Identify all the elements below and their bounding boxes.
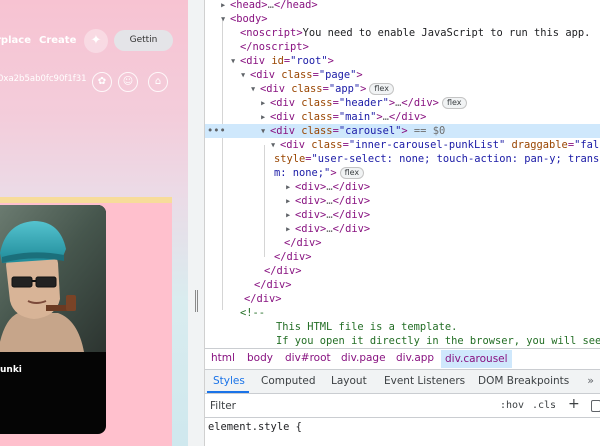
tree-node-child-div[interactable]: ▸ <div>…</div>: [285, 180, 370, 194]
breadcrumb-html[interactable]: html: [211, 352, 235, 364]
hover-state-button[interactable]: :hov: [500, 400, 524, 411]
tab-computed[interactable]: Computed: [261, 375, 316, 387]
tree-node-comment-text: This HTML file is a template.: [276, 321, 458, 333]
cart-icon[interactable]: ⌂: [148, 72, 168, 92]
users-icon[interactable]: ☺: [118, 72, 138, 92]
devtools-panel: ▸ <head>…</head> ▾ <body> <noscript>You ne…: [205, 0, 600, 446]
tree-node-page[interactable]: ▾ <div class="page">: [240, 68, 363, 82]
tree-node-app[interactable]: ▾ <div class="app"> flex: [250, 82, 394, 96]
toggle-sidebar-icon[interactable]: [591, 400, 600, 412]
tree-guide: [264, 145, 265, 257]
breadcrumb-root[interactable]: div#root: [285, 352, 331, 364]
tree-node-noscript[interactable]: <noscript>You need to enable JavaScript …: [240, 26, 590, 40]
breadcrumb-body[interactable]: body: [247, 352, 273, 364]
punk-artwork: [0, 205, 106, 352]
tree-node-comment[interactable]: <!--: [240, 306, 265, 320]
elements-tree: ▸ <head>…</head> ▾ <body> <noscript>You ne…: [205, 0, 600, 347]
more-tabs-icon[interactable]: »: [587, 374, 594, 387]
tree-node-carousel-selected[interactable]: ••• ▾ <div class="carousel"> == $0: [205, 124, 600, 138]
tree-node-head[interactable]: ▸ <head>…</head>: [220, 0, 318, 12]
punk-card[interactable]: [0, 205, 106, 434]
breadcrumb-app[interactable]: div.app: [396, 352, 434, 364]
nav-link-marketplace[interactable]: rplace: [0, 35, 31, 46]
flex-badge[interactable]: flex: [441, 97, 467, 109]
tab-layout[interactable]: Layout: [331, 375, 367, 387]
active-tab-indicator: [207, 391, 249, 393]
tree-node-close: </div>: [274, 251, 312, 263]
more-actions-icon[interactable]: •••: [207, 124, 226, 138]
breadcrumb-carousel[interactable]: div.carousel: [441, 350, 512, 368]
styles-filter-bar: :hov .cls +: [205, 395, 600, 418]
tab-dom-breakpoints[interactable]: DOM Breakpoints: [478, 375, 569, 387]
tab-styles[interactable]: Styles: [213, 375, 245, 387]
element-style-rule[interactable]: element.style {: [208, 421, 302, 433]
new-style-rule-button[interactable]: +: [568, 396, 580, 412]
page-preview: rplace Create ✦ Gettin 0xa2b5ab0fc90f1f3…: [0, 0, 188, 446]
filter-input[interactable]: [210, 397, 492, 415]
tree-node-body[interactable]: ▾ <body>: [220, 12, 268, 26]
breadcrumb: html body div#root div.page div.app div.…: [205, 348, 600, 370]
get-started-button[interactable]: Gettin: [114, 30, 173, 51]
splitter-grip-icon[interactable]: [195, 290, 198, 312]
styles-panel-tabs: Styles Computed Layout Event Listeners D…: [205, 370, 600, 394]
tree-node-child-div[interactable]: ▸ <div>…</div>: [285, 222, 370, 236]
punk-card-title: unki: [0, 365, 22, 375]
sparkle-icon[interactable]: ✦: [84, 29, 108, 53]
tree-node-close: </div>: [264, 265, 302, 277]
tree-node-header[interactable]: ▸ <div class="header">…</div> flex: [260, 96, 467, 110]
wallet-address: 0xa2b5ab0fc90f1f31: [0, 74, 87, 84]
tree-node-inner-style: style="user-select: none; touch-action: …: [274, 153, 600, 165]
tree-node-inner-style-cont: m: none;"> flex: [274, 166, 365, 180]
tab-event-listeners[interactable]: Event Listeners: [384, 375, 465, 387]
tree-node-close: </div>: [244, 293, 282, 305]
panel-splitter[interactable]: [188, 0, 205, 446]
tree-node-main[interactable]: ▸ <div class="main">…</div>: [260, 110, 426, 124]
class-toggle-button[interactable]: .cls: [532, 400, 556, 411]
tree-node-inner-carousel[interactable]: ▾ <div class="inner-carousel-punkList" dr…: [270, 138, 600, 152]
nav-link-create[interactable]: Create: [39, 35, 76, 46]
tree-guide: [222, 20, 223, 310]
tree-node-child-div[interactable]: ▸ <div>…</div>: [285, 208, 370, 222]
gift-icon[interactable]: ✿: [92, 72, 112, 92]
tree-node-noscript-close: </noscript>: [240, 41, 309, 53]
tree-node-close: </div>: [284, 237, 322, 249]
tree-node-comment-text: If you open it directly in the browser, …: [276, 335, 600, 347]
tree-node-child-div[interactable]: ▸ <div>…</div>: [285, 194, 370, 208]
flex-badge[interactable]: flex: [369, 83, 394, 95]
flex-badge[interactable]: flex: [339, 167, 365, 179]
tree-node-root[interactable]: ▾ <div id="root">: [230, 54, 334, 68]
breadcrumb-page[interactable]: div.page: [341, 352, 386, 364]
tree-node-close: </div>: [254, 279, 292, 291]
